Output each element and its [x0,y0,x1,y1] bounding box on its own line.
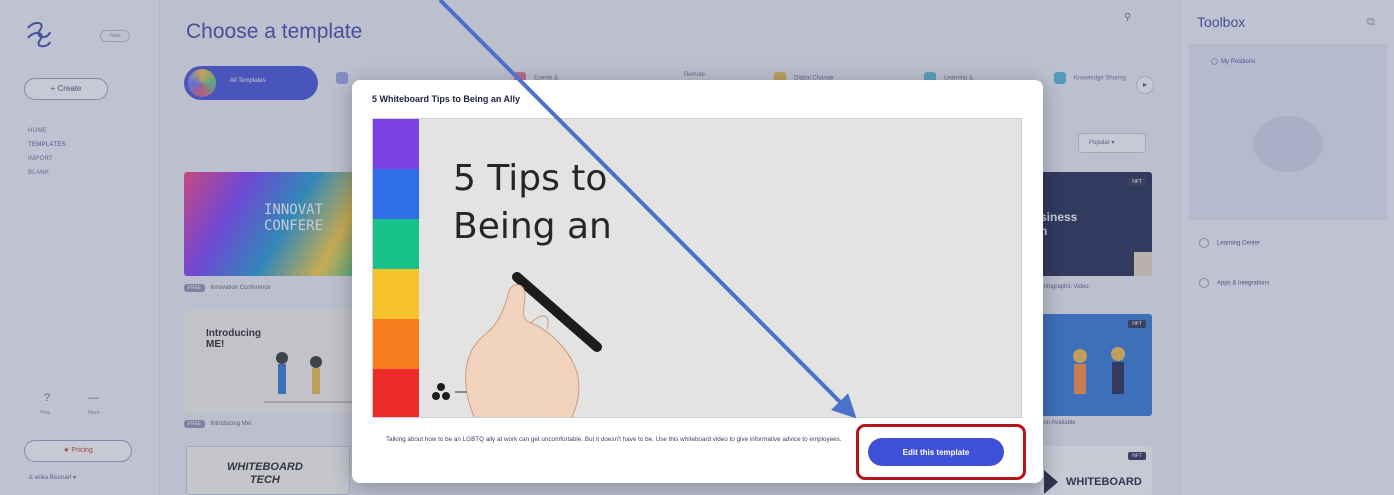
color-stripe [373,369,419,417]
color-stripe [373,169,419,219]
vyond-logo-icon [432,383,467,400]
color-stripes [373,119,419,417]
modal-title: 5 Whiteboard Tips to Being an Ally [372,94,521,104]
highlight-box [856,424,1026,480]
color-stripe [373,119,419,169]
color-stripe [373,269,419,319]
color-stripe [373,219,419,269]
color-stripe [373,319,419,369]
template-description: Talking about how to be an LGBTQ ally at… [386,436,842,443]
preview-heading-line1: 5 Tips to [453,158,608,199]
template-preview-video[interactable]: 5 Tips to Being an [372,118,1022,418]
hand-with-marker-icon [465,272,602,417]
template-preview-modal: 5 Whiteboard Tips to Being an Ally 5 Tip… [352,80,1043,483]
